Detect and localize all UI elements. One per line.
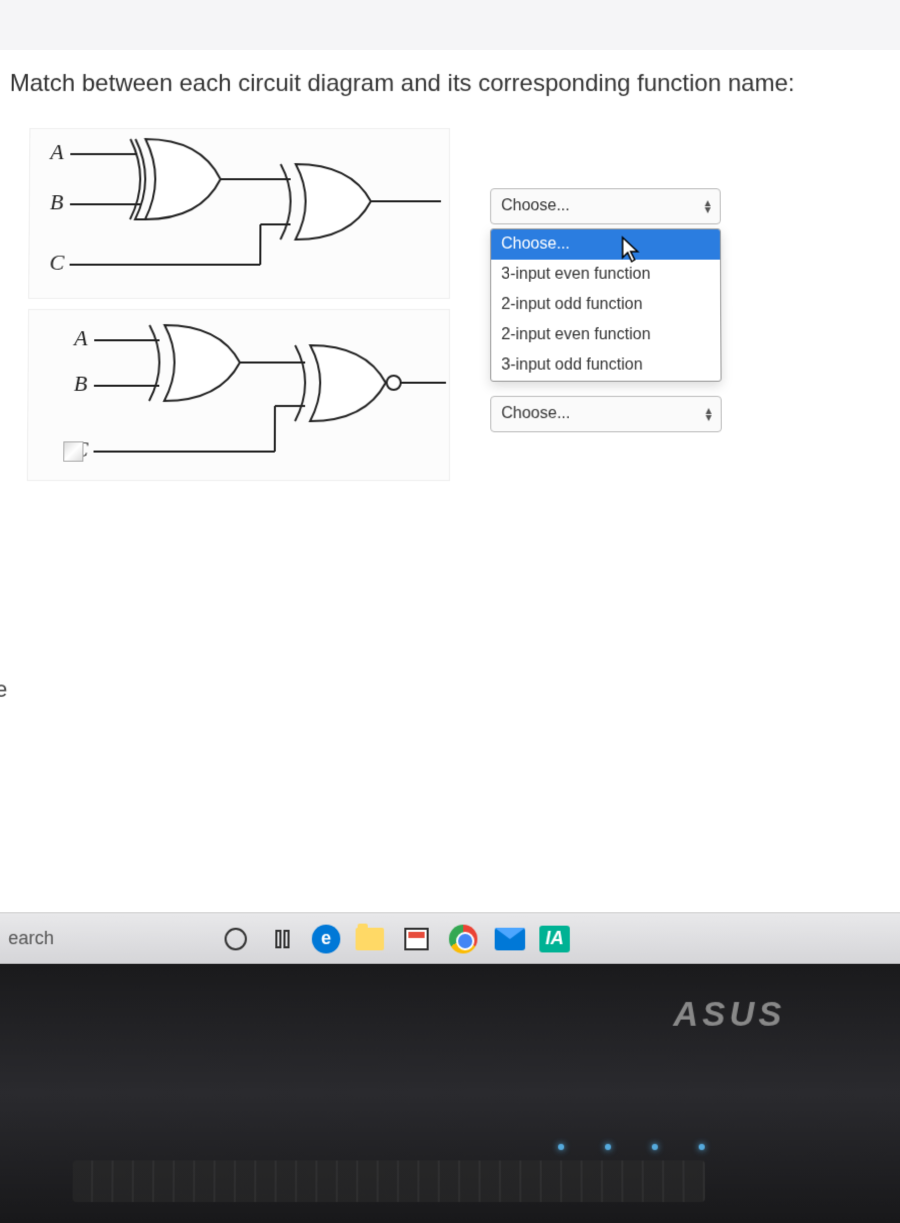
input-label: B [50, 189, 64, 214]
file-explorer-icon[interactable] [352, 921, 387, 956]
input-label: C [49, 250, 64, 275]
answer-select-1[interactable]: Choose... ▴▾ [490, 188, 721, 224]
answer-select-2[interactable]: Choose... ▴▾ [490, 396, 722, 432]
select-value: Choose... [501, 405, 570, 423]
monitor-bezel: ASUS [0, 964, 900, 1223]
caret-icon: ▴▾ [705, 199, 710, 213]
page-content: Match between each circuit diagram and i… [0, 50, 900, 1223]
circuit-diagram-2: A B C [27, 309, 450, 481]
broken-image-icon [63, 441, 83, 461]
app-icon[interactable]: IA [539, 925, 570, 952]
select-value: Choose... [501, 197, 570, 215]
question-body: A B C [0, 128, 900, 481]
question-prompt: Match between each circuit diagram and i… [0, 50, 900, 128]
keyboard [73, 1160, 705, 1202]
monitor-led-indicators [558, 1144, 705, 1150]
input-label: B [74, 371, 88, 396]
taskbar-search[interactable]: earch [3, 928, 206, 950]
store-icon[interactable] [399, 921, 434, 956]
edge-icon[interactable]: e [312, 924, 340, 953]
windows-taskbar[interactable]: earch e IA [0, 912, 900, 964]
caret-icon: ▴▾ [706, 407, 711, 422]
circuit-diagrams: A B C [27, 128, 450, 481]
dropdown-option[interactable]: 2-input odd function [491, 290, 720, 320]
monitor-brand-logo: ASUS [673, 995, 786, 1035]
input-label: A [48, 139, 64, 164]
chrome-icon[interactable] [446, 921, 481, 956]
truncated-text: e [0, 676, 7, 703]
circuit-diagram-1: A B C [28, 128, 450, 299]
dropdown-option[interactable]: Choose... [491, 229, 720, 259]
cortana-icon[interactable] [218, 921, 253, 956]
mouse-cursor-icon [621, 235, 641, 263]
dropdown-option[interactable]: 2-input even function [491, 320, 720, 350]
search-label: earch [8, 928, 54, 950]
dropdown-menu: Choose... 3-input even function 2-input … [490, 228, 721, 381]
mail-icon[interactable] [493, 921, 528, 956]
answer-dropdowns: Choose... ▴▾ Choose... 3-input even func… [490, 188, 722, 432]
dropdown-option[interactable]: 3-input odd function [491, 350, 720, 380]
input-label: A [72, 325, 88, 350]
dropdown-option[interactable]: 3-input even function [491, 260, 720, 290]
task-view-icon[interactable] [265, 921, 300, 956]
